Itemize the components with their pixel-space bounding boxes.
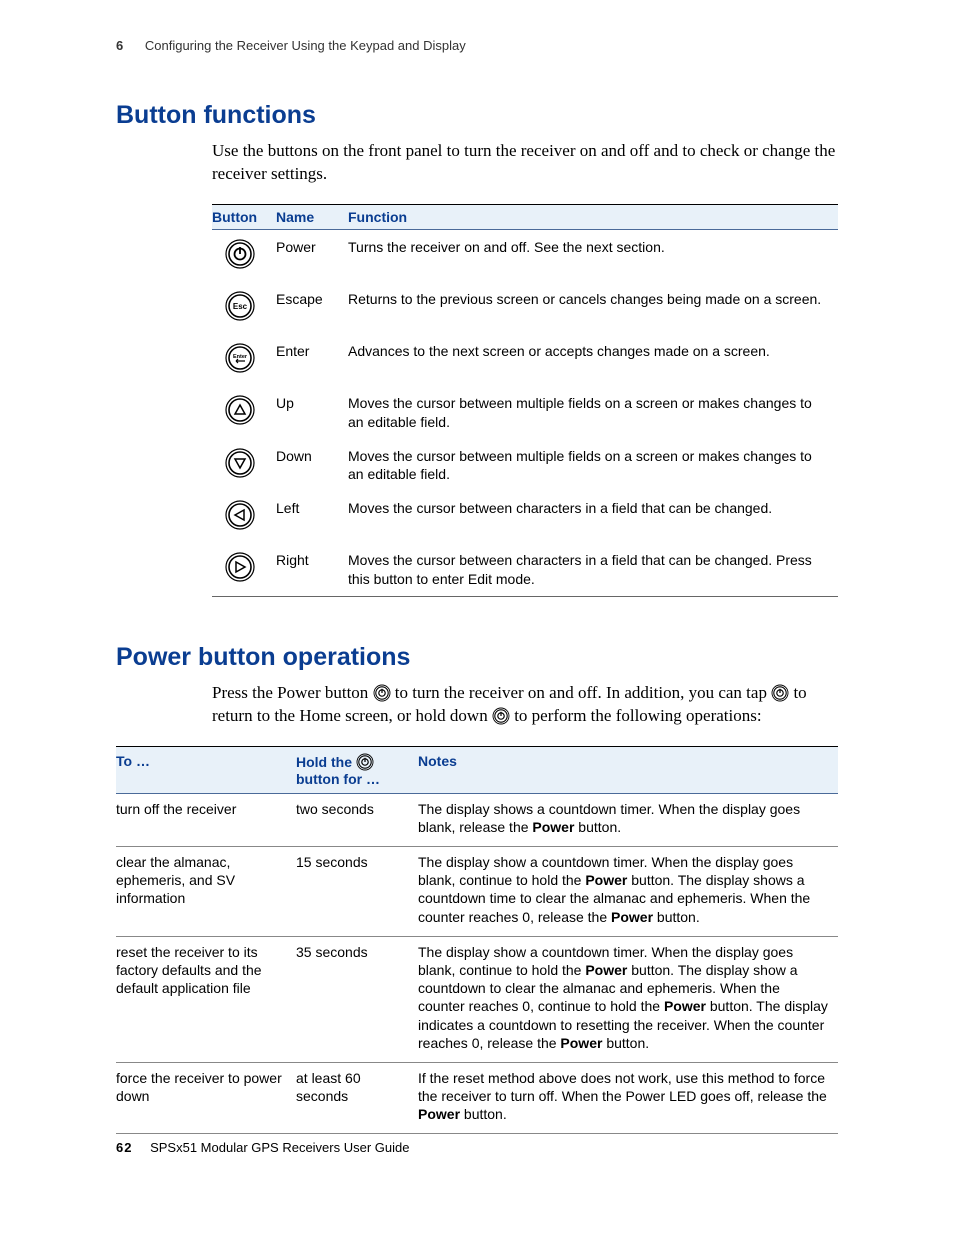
doc-title: SPSx51 Modular GPS Receivers User Guide [150, 1140, 409, 1155]
page-footer: 62 SPSx51 Modular GPS Receivers User Gui… [116, 1140, 409, 1155]
left-icon [224, 499, 256, 531]
table-row: DownMoves the cursor between multiple fi… [212, 439, 838, 491]
table-row: reset the receiver to its factory defaul… [116, 936, 838, 1062]
op-hold: 15 seconds [296, 847, 418, 937]
chapter-title: Configuring the Receiver Using the Keypa… [145, 38, 466, 53]
enter-icon [224, 342, 256, 374]
op-hold: at least 60 seconds [296, 1062, 418, 1134]
button-function: Moves the cursor between multiple fields… [348, 386, 838, 438]
op-notes: The display show a countdown timer. When… [418, 847, 838, 937]
enter-button-icon-cell [212, 334, 276, 386]
col-to: To … [116, 746, 296, 793]
op-notes: The display shows a countdown timer. Whe… [418, 793, 838, 846]
section-heading-power-ops: Power button operations [116, 643, 838, 672]
op-to: force the receiver to power down [116, 1062, 296, 1134]
right-button-icon-cell [212, 543, 276, 596]
button-function: Advances to the next screen or accepts c… [348, 334, 838, 386]
button-function: Returns to the previous screen or cancel… [348, 282, 838, 334]
esc-icon [224, 290, 256, 322]
esc-button-icon-cell [212, 282, 276, 334]
col-func: Function [348, 204, 838, 229]
table-row: PowerTurns the receiver on and off. See … [212, 229, 838, 282]
table-row: force the receiver to power downat least… [116, 1062, 838, 1134]
power-button-icon-cell [212, 229, 276, 282]
op-notes: The display show a countdown timer. When… [418, 936, 838, 1062]
button-name: Left [276, 491, 348, 543]
right-icon [224, 551, 256, 583]
button-name: Power [276, 229, 348, 282]
table-row: EscapeReturns to the previous screen or … [212, 282, 838, 334]
down-icon [224, 447, 256, 479]
left-button-icon-cell [212, 491, 276, 543]
power-ops-table: To … Hold the button for … Notes turn of… [116, 746, 838, 1135]
chapter-number: 6 [116, 38, 123, 53]
op-hold: two seconds [296, 793, 418, 846]
table-row: LeftMoves the cursor between characters … [212, 491, 838, 543]
col-notes: Notes [418, 746, 838, 793]
up-button-icon-cell [212, 386, 276, 438]
table-row: turn off the receivertwo secondsThe disp… [116, 793, 838, 846]
table-row: RightMoves the cursor between characters… [212, 543, 838, 596]
button-name: Escape [276, 282, 348, 334]
button-name: Down [276, 439, 348, 491]
table-row: clear the almanac, ephemeris, and SV inf… [116, 847, 838, 937]
col-hold: Hold the button for … [296, 746, 418, 793]
button-name: Right [276, 543, 348, 596]
section2-intro: Press the Power button to turn the recei… [212, 682, 838, 728]
op-to: turn off the receiver [116, 793, 296, 846]
button-name: Up [276, 386, 348, 438]
power-icon [373, 684, 391, 702]
col-button: Button [212, 204, 276, 229]
op-hold: 35 seconds [296, 936, 418, 1062]
button-function: Moves the cursor between characters in a… [348, 543, 838, 596]
table-row: UpMoves the cursor between multiple fiel… [212, 386, 838, 438]
section1-intro: Use the buttons on the front panel to tu… [212, 140, 838, 186]
button-name: Enter [276, 334, 348, 386]
op-to: clear the almanac, ephemeris, and SV inf… [116, 847, 296, 937]
button-function: Moves the cursor between multiple fields… [348, 439, 838, 491]
col-name: Name [276, 204, 348, 229]
power-icon [771, 684, 789, 702]
power-icon [492, 707, 510, 725]
op-to: reset the receiver to its factory defaul… [116, 936, 296, 1062]
down-button-icon-cell [212, 439, 276, 491]
section-heading-button-functions: Button functions [116, 101, 838, 130]
button-function: Moves the cursor between characters in a… [348, 491, 838, 543]
up-icon [224, 394, 256, 426]
table-row: EnterAdvances to the next screen or acce… [212, 334, 838, 386]
page-number: 62 [116, 1140, 132, 1155]
button-functions-table: Button Name Function PowerTurns the rece… [212, 204, 838, 597]
power-icon [224, 238, 256, 270]
running-header: 6 Configuring the Receiver Using the Key… [116, 38, 838, 53]
op-notes: If the reset method above does not work,… [418, 1062, 838, 1134]
power-icon [356, 753, 374, 771]
button-function: Turns the receiver on and off. See the n… [348, 229, 838, 282]
